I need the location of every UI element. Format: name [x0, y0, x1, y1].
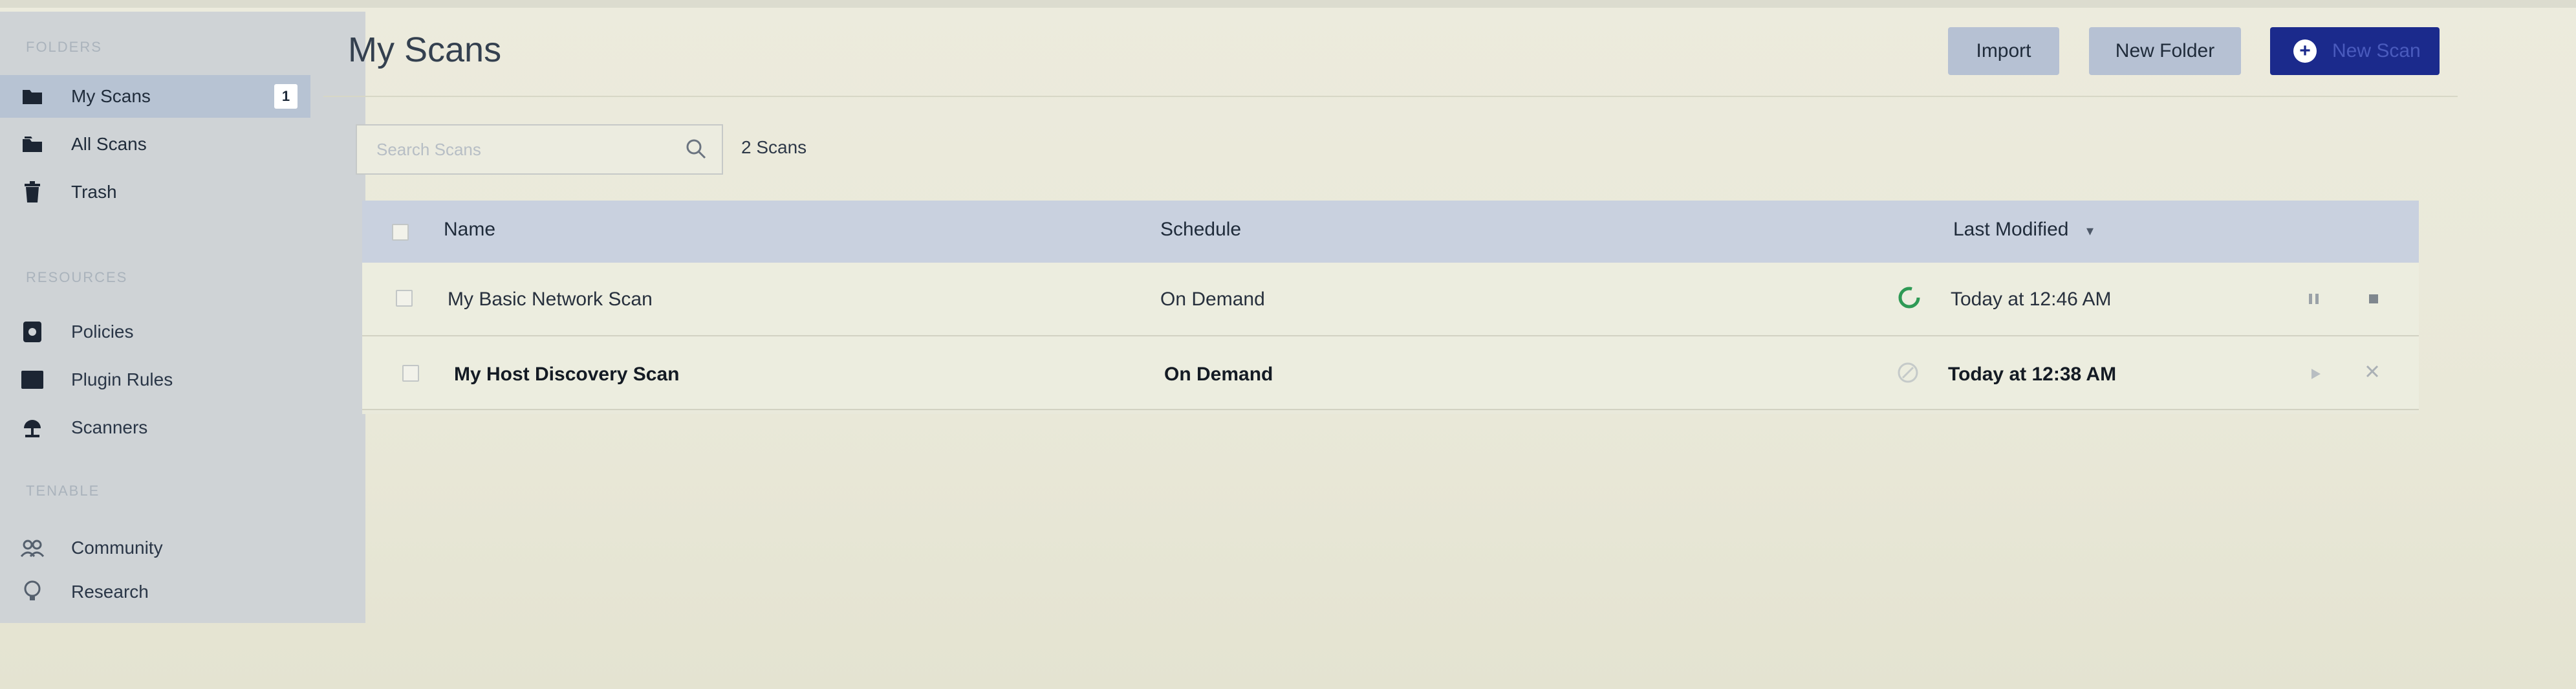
- row-checkbox[interactable]: [396, 290, 413, 307]
- tenable-heading: TENABLE: [26, 483, 100, 499]
- select-all-checkbox[interactable]: [392, 224, 409, 241]
- header-divider: [323, 96, 2458, 97]
- stop-icon[interactable]: [2366, 290, 2381, 312]
- new-scan-button[interactable]: + New Scan: [2270, 27, 2440, 75]
- table-row[interactable]: My Basic Network Scan On Demand Today at…: [362, 263, 2419, 336]
- row-checkbox[interactable]: [402, 365, 419, 382]
- sort-desc-icon[interactable]: ▾: [2086, 223, 2094, 239]
- new-scan-label: New Scan: [2332, 40, 2421, 61]
- completed-status-icon: [1895, 360, 1921, 391]
- sidebar-item-policies[interactable]: Policies: [19, 311, 323, 353]
- folders-icon: [19, 131, 45, 157]
- folders-heading: FOLDERS: [26, 39, 102, 55]
- column-name[interactable]: Name: [444, 219, 495, 241]
- scan-last-modified: Today at 12:46 AM: [1951, 289, 2112, 310]
- sidebar-item-label: Policies: [71, 322, 134, 342]
- community-icon: [19, 535, 45, 561]
- scan-name[interactable]: My Basic Network Scan: [448, 289, 653, 311]
- top-edge: [0, 0, 2576, 8]
- sidebar-item-label: All Scans: [71, 134, 147, 154]
- sidebar-item-scanners[interactable]: Scanners: [19, 406, 323, 449]
- resources-heading: RESOURCES: [26, 269, 128, 285]
- column-last-modified[interactable]: Last Modified: [1953, 219, 2068, 241]
- launch-icon[interactable]: [2308, 365, 2323, 387]
- count-badge: 1: [274, 84, 298, 109]
- sidebar-item-label: Plugin Rules: [71, 369, 173, 389]
- plus-icon: +: [2293, 39, 2317, 63]
- import-button[interactable]: Import: [1948, 27, 2059, 75]
- sidebar-item-label: My Scans: [71, 86, 151, 106]
- sidebar-item-label: Trash: [71, 182, 117, 202]
- screen: FOLDERS My Scans 1 All Scans Trash RESOU…: [0, 0, 2576, 689]
- sidebar-item-all-scans[interactable]: All Scans: [19, 123, 323, 166]
- folder-icon: [19, 83, 45, 109]
- page-title: My Scans: [348, 30, 502, 69]
- sidebar-item-trash[interactable]: Trash: [19, 171, 323, 213]
- scan-schedule: On Demand: [1160, 289, 1265, 310]
- scan-last-modified: Today at 12:38 AM: [1948, 364, 2117, 385]
- sidebar-item-label: Research: [71, 582, 149, 602]
- policy-icon: [19, 319, 45, 345]
- sidebar-item-plugin-rules[interactable]: Plugin Rules: [19, 358, 323, 401]
- sidebar-item-label: Community: [71, 538, 163, 558]
- column-schedule[interactable]: Schedule: [1160, 219, 1241, 241]
- delete-icon[interactable]: [2363, 362, 2381, 386]
- search-icon[interactable]: [684, 137, 708, 164]
- research-icon: [19, 579, 45, 605]
- sidebar-item-research[interactable]: Research: [19, 571, 323, 613]
- running-status-icon: [1896, 285, 1922, 316]
- table-row[interactable]: My Host Discovery Scan On Demand Today a…: [362, 336, 2419, 410]
- scan-count: 2 Scans: [741, 137, 807, 157]
- plugin-rules-icon: [19, 367, 45, 393]
- table-header: Name Schedule Last Modified ▾: [362, 201, 2419, 263]
- pause-icon[interactable]: [2306, 290, 2322, 312]
- scan-name[interactable]: My Host Discovery Scan: [454, 364, 679, 386]
- trash-icon: [19, 179, 45, 205]
- sidebar-item-label: Scanners: [71, 417, 148, 437]
- scanners-icon: [19, 415, 45, 441]
- sidebar: FOLDERS My Scans 1 All Scans Trash RESOU…: [0, 12, 365, 623]
- sidebar-item-my-scans[interactable]: My Scans 1: [0, 75, 310, 118]
- scan-schedule: On Demand: [1164, 364, 1273, 385]
- scans-table: Name Schedule Last Modified ▾ My Basic N…: [362, 201, 2419, 414]
- new-folder-button[interactable]: New Folder: [2089, 27, 2241, 75]
- search-input[interactable]: [375, 138, 662, 160]
- search-box: [356, 124, 723, 175]
- sidebar-item-community[interactable]: Community: [19, 527, 323, 569]
